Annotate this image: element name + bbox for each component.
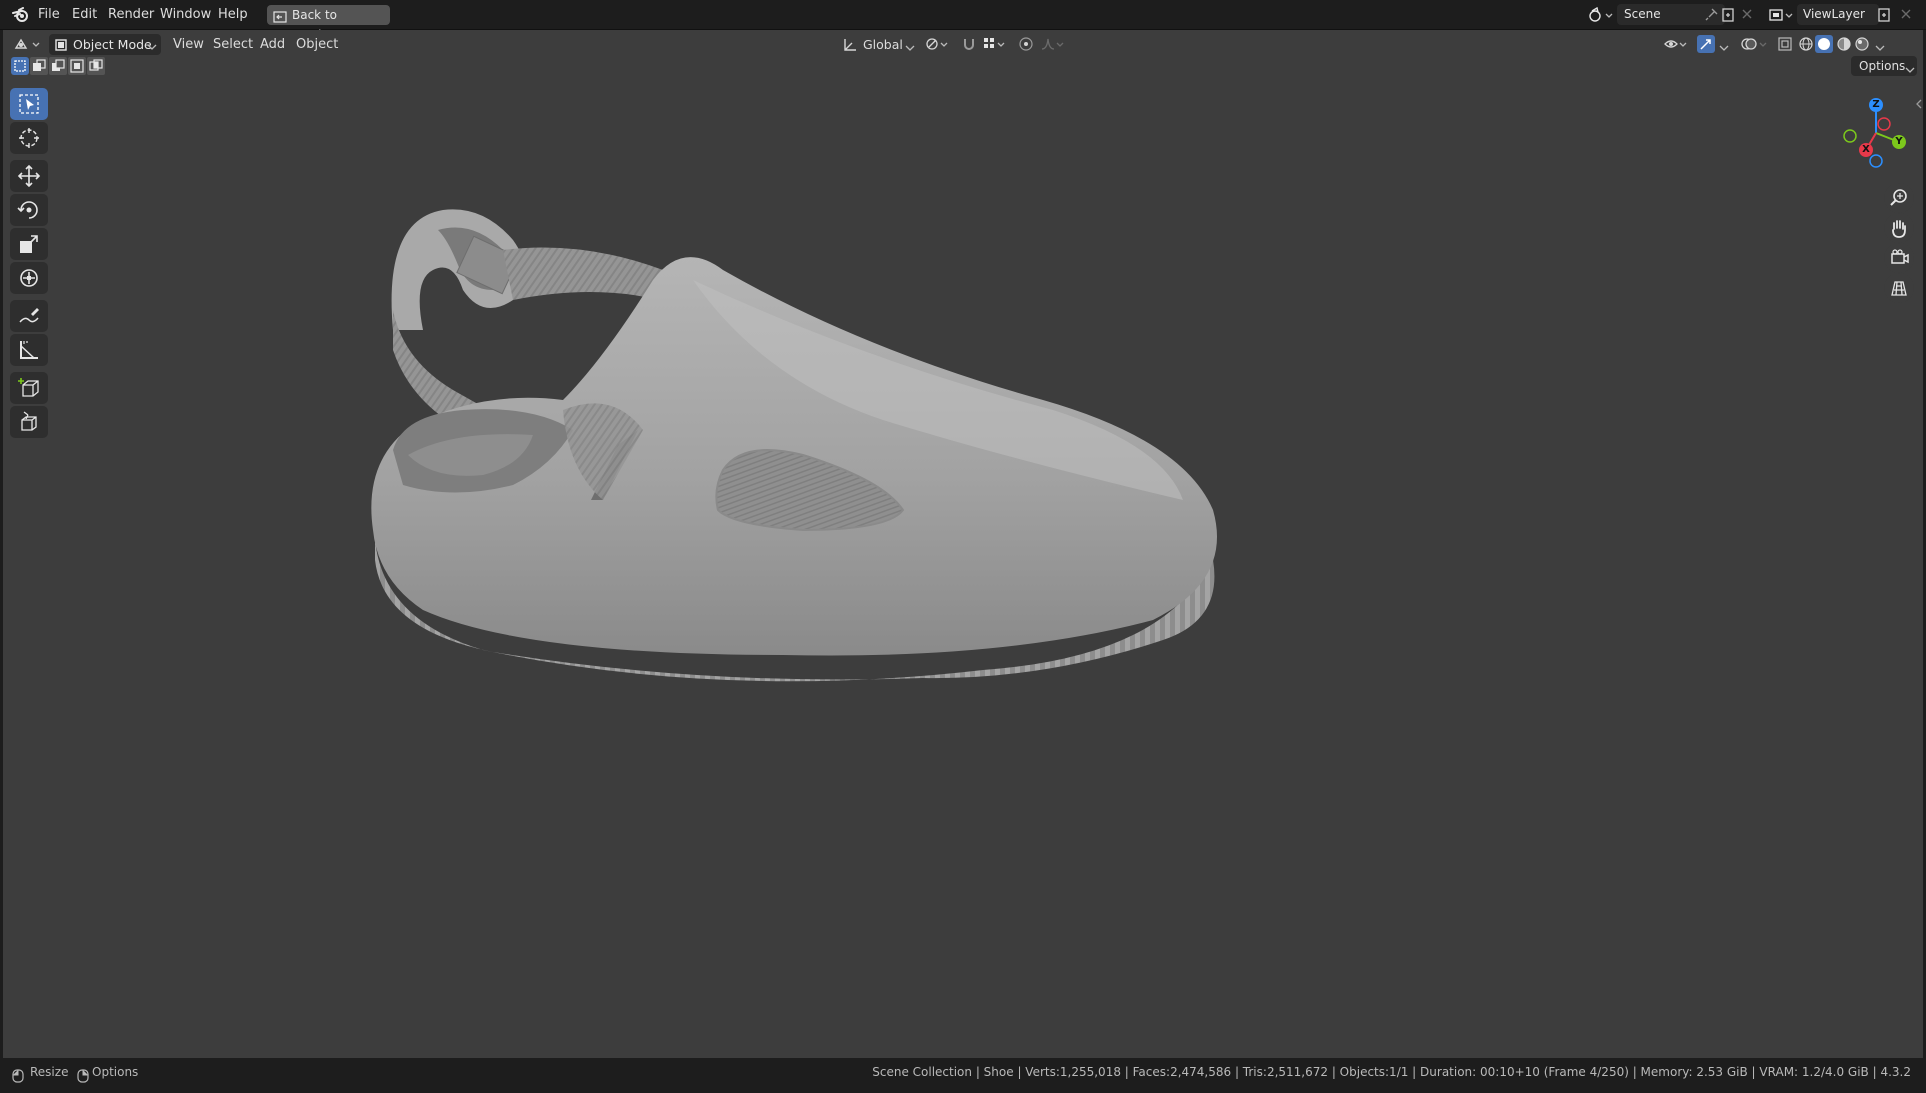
overlays-icon[interactable] bbox=[1741, 36, 1769, 55]
material-preview-icon[interactable] bbox=[1836, 36, 1852, 55]
select-mode-buttons bbox=[11, 57, 111, 76]
menu-select[interactable]: Select bbox=[213, 35, 253, 55]
shoe-model[interactable] bbox=[363, 200, 1453, 840]
pan-button[interactable] bbox=[1884, 213, 1914, 243]
tool-cursor[interactable] bbox=[10, 122, 48, 154]
transform-orientation-icon bbox=[842, 37, 858, 56]
scene-statistics: Scene Collection | Shoe | Verts:1,255,01… bbox=[872, 1065, 1911, 1079]
tool-transform[interactable] bbox=[10, 262, 48, 294]
mouse-right-icon bbox=[77, 1066, 89, 1093]
delete-scene-icon[interactable] bbox=[1741, 8, 1753, 23]
visibility-icon[interactable] bbox=[1663, 36, 1691, 55]
chevron-down-icon bbox=[1905, 63, 1915, 77]
snap-icon[interactable] bbox=[961, 36, 977, 55]
menu-help[interactable]: Help bbox=[218, 0, 248, 29]
sidebar-toggle-icon[interactable] bbox=[1915, 98, 1923, 112]
cursor-icon bbox=[19, 128, 39, 148]
rendered-shading-icon[interactable] bbox=[1854, 36, 1870, 55]
view-layer-selector-icon[interactable] bbox=[1768, 7, 1794, 26]
select-extend-icon[interactable] bbox=[30, 57, 48, 78]
menu-add[interactable]: Add bbox=[260, 35, 285, 55]
camera-view-button[interactable] bbox=[1884, 243, 1914, 273]
chevron-down-icon[interactable] bbox=[1719, 41, 1729, 55]
rotate-icon bbox=[17, 201, 38, 219]
ortho-toggle-button[interactable] bbox=[1884, 273, 1914, 303]
proportional-editing-icon[interactable] bbox=[1018, 36, 1034, 55]
status-resize-label: Resize bbox=[30, 1065, 69, 1079]
chevron-down-icon bbox=[147, 40, 157, 54]
chevron-down-icon[interactable] bbox=[1875, 41, 1885, 55]
new-view-layer-icon[interactable] bbox=[1876, 7, 1892, 26]
add-cube-icon bbox=[18, 378, 39, 397]
tool-add-cube[interactable] bbox=[10, 372, 48, 404]
camera-icon bbox=[1891, 249, 1909, 264]
editor-type-icon[interactable] bbox=[13, 36, 43, 55]
blender-logo-icon[interactable] bbox=[12, 7, 30, 26]
transform-icon bbox=[20, 269, 38, 287]
wireframe-shading-icon[interactable] bbox=[1798, 36, 1814, 55]
menu-edit[interactable]: Edit bbox=[72, 0, 97, 29]
grid-icon bbox=[1891, 281, 1907, 296]
object-mode-icon bbox=[54, 38, 68, 55]
gizmo-y-axis[interactable]: Y bbox=[1892, 135, 1906, 149]
top-menu-bar: File Edit Render Window Help Back to Pre… bbox=[0, 0, 1926, 42]
back-to-previous-button[interactable]: Back to Previous bbox=[267, 5, 390, 42]
select-new-icon[interactable] bbox=[11, 57, 29, 78]
status-bar: Resize Options Scene Collection | Shoe |… bbox=[0, 1059, 1926, 1086]
status-options-label: Options bbox=[92, 1065, 139, 1079]
select-subtract-icon[interactable] bbox=[49, 57, 67, 78]
object-mode-label: Object Mode bbox=[73, 37, 152, 52]
select-box-icon bbox=[19, 94, 39, 114]
proportional-falloff-icon[interactable] bbox=[1040, 36, 1068, 55]
gizmo-x-axis[interactable]: X bbox=[1859, 143, 1873, 157]
viewport-options-dropdown[interactable]: Options bbox=[1851, 56, 1917, 76]
zoom-button[interactable] bbox=[1884, 183, 1914, 213]
annotate-icon bbox=[19, 308, 39, 323]
new-scene-icon[interactable] bbox=[1720, 7, 1736, 26]
transform-orientation-dropdown[interactable]: Global bbox=[863, 35, 903, 55]
pin-icon[interactable] bbox=[1705, 7, 1719, 24]
view-layer-name-field[interactable]: ViewLayer bbox=[1797, 4, 1879, 25]
object-mode-dropdown[interactable]: Object Mode bbox=[49, 34, 161, 55]
tool-select-box[interactable] bbox=[10, 88, 48, 120]
menu-render[interactable]: Render bbox=[108, 0, 154, 29]
tool-annotate[interactable] bbox=[10, 300, 48, 332]
gizmo-toggle-icon[interactable] bbox=[1697, 35, 1715, 56]
scale-icon bbox=[20, 235, 38, 253]
menu-window[interactable]: Window bbox=[160, 0, 211, 29]
options-label: Options bbox=[1859, 59, 1906, 73]
viewport-header: Object Mode View Select Add Object Globa… bbox=[3, 30, 1923, 58]
delete-view-layer-icon[interactable] bbox=[1900, 8, 1912, 23]
zoom-icon bbox=[1890, 189, 1907, 206]
gizmo-z-axis[interactable]: Z bbox=[1869, 98, 1883, 112]
tool-move[interactable] bbox=[10, 160, 48, 192]
move-icon bbox=[17, 164, 41, 188]
view-layer-name: ViewLayer bbox=[1803, 7, 1865, 21]
scene-name-field[interactable]: Scene bbox=[1617, 4, 1725, 25]
hand-icon bbox=[1892, 220, 1906, 238]
select-intersect-icon[interactable] bbox=[87, 57, 105, 78]
navigation-gizmo[interactable]: Z Y X bbox=[1833, 90, 1919, 176]
menu-view[interactable]: View bbox=[173, 35, 204, 55]
snap-target-icon[interactable] bbox=[982, 36, 1010, 55]
scene-selector-icon[interactable] bbox=[1588, 6, 1614, 26]
chevron-down-icon bbox=[905, 41, 915, 55]
menu-file[interactable]: File bbox=[38, 0, 60, 29]
tool-measure[interactable] bbox=[10, 334, 48, 366]
scene-name: Scene bbox=[1624, 7, 1661, 21]
measure-icon bbox=[20, 341, 38, 359]
mouse-left-icon bbox=[12, 1066, 24, 1093]
tool-rotate[interactable] bbox=[10, 194, 48, 226]
extrude-icon bbox=[21, 411, 37, 431]
pivot-point-icon[interactable] bbox=[925, 36, 953, 55]
tool-scale[interactable] bbox=[10, 228, 48, 260]
xray-icon[interactable] bbox=[1777, 36, 1793, 55]
tool-extrude[interactable] bbox=[10, 406, 48, 438]
3d-viewport[interactable]: Object Mode View Select Add Object Globa… bbox=[3, 30, 1923, 1058]
select-invert-icon[interactable] bbox=[68, 57, 86, 78]
back-icon bbox=[273, 9, 287, 29]
menu-object[interactable]: Object bbox=[296, 35, 338, 55]
solid-shading-icon[interactable] bbox=[1815, 35, 1833, 56]
